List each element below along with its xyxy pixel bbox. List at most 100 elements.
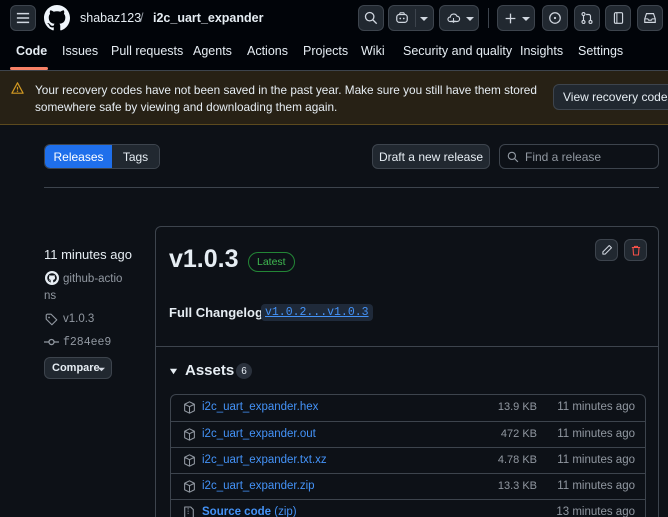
tab-actions[interactable]: Actions: [247, 44, 288, 58]
menu-button[interactable]: [10, 5, 36, 31]
pull-requests-button[interactable]: [574, 5, 600, 31]
tab-projects[interactable]: Projects: [303, 44, 348, 58]
recovery-codes-banner: Your recovery codes have not been saved …: [0, 71, 668, 125]
release-author[interactable]: github-actio: [63, 271, 122, 288]
package-icon: [184, 401, 195, 414]
alert-icon: [11, 82, 24, 94]
asset-row[interactable]: i2c_uart_expander.txt.xz 4.78 KB 11 minu…: [171, 447, 645, 473]
find-release-input[interactable]: Find a release: [499, 144, 659, 169]
releases-tab-label: Releases: [53, 149, 104, 164]
asset-name[interactable]: i2c_uart_expander.txt.xz: [202, 454, 327, 466]
asset-name[interactable]: i2c_uart_expander.zip: [202, 480, 315, 492]
assets-count-badge: 6: [236, 363, 252, 379]
pull-request-icon: [581, 12, 593, 24]
divider: [44, 187, 659, 188]
find-release-placeholder: Find a release: [525, 150, 602, 164]
tag-icon: [45, 313, 58, 326]
asset-size: 4.78 KB: [497, 454, 537, 466]
assets-heading[interactable]: Assets: [185, 362, 234, 379]
repo-owner[interactable]: shabaz123: [80, 11, 141, 25]
search-icon: [364, 11, 378, 25]
edit-release-button[interactable]: [595, 239, 618, 261]
chevron-down-icon: [522, 17, 530, 21]
search-button[interactable]: [358, 5, 384, 31]
asset-name[interactable]: Source code (zip): [202, 506, 297, 517]
pencil-icon: [601, 244, 612, 255]
tags-tab-button[interactable]: Tags: [112, 145, 159, 168]
author-line1: github-actio: [63, 273, 123, 285]
tags-tab-label: Tags: [122, 149, 149, 164]
tab-settings[interactable]: Settings: [578, 44, 623, 58]
create-new-button[interactable]: [497, 5, 535, 31]
asset-size: 13.9 KB: [497, 401, 537, 413]
asset-size: 472 KB: [500, 428, 537, 440]
file-zip-icon: [184, 506, 194, 517]
asset-time: 11 minutes ago: [557, 480, 635, 492]
copilot-icon: [396, 12, 408, 23]
release-title[interactable]: v1.0.3: [169, 245, 239, 274]
asset-time: 11 minutes ago: [557, 428, 635, 440]
compare-button[interactable]: Compare: [44, 357, 112, 379]
codespaces-button[interactable]: [439, 5, 479, 31]
asset-time: 11 minutes ago: [557, 401, 635, 413]
triangle-down-icon[interactable]: [169, 367, 178, 376]
tab-agents[interactable]: Agents: [193, 44, 232, 58]
repo-name[interactable]: i2c_uart_expander: [153, 11, 263, 25]
github-logo-icon: [44, 5, 70, 31]
issue-icon: [549, 12, 561, 24]
asset-time: 11 minutes ago: [557, 454, 635, 466]
asset-time: 13 minutes ago: [556, 506, 635, 517]
github-logo[interactable]: [44, 5, 70, 31]
draft-release-button[interactable]: Draft a new release: [372, 144, 490, 169]
view-recovery-codes-button[interactable]: View recovery codes: [553, 84, 668, 110]
issues-button[interactable]: [542, 5, 568, 31]
copilot-button[interactable]: [388, 5, 434, 31]
changelog-link[interactable]: v1.0.2...v1.0.3: [261, 304, 373, 321]
asset-row[interactable]: i2c_uart_expander.out 472 KB 11 minutes …: [171, 421, 645, 447]
banner-message: Your recovery codes have not been saved …: [35, 82, 537, 116]
tab-pull-requests[interactable]: Pull requests: [111, 44, 183, 58]
plus-icon: [505, 13, 516, 23]
chevron-down-icon: [420, 17, 428, 21]
commit-icon: [44, 338, 59, 346]
delete-release-button[interactable]: [624, 239, 647, 261]
release-tag[interactable]: v1.0.3: [63, 313, 94, 325]
chevron-down-icon: [98, 367, 105, 372]
tab-insights[interactable]: Insights: [520, 44, 563, 58]
asset-name[interactable]: i2c_uart_expander.hex: [202, 401, 318, 413]
tab-wiki[interactable]: Wiki: [361, 44, 385, 58]
chevron-down-icon: [466, 17, 474, 21]
banner-message-line2: somewhere safe by viewing and downloadin…: [35, 100, 338, 114]
asset-row[interactable]: Source code (zip) 13 minutes ago: [171, 499, 645, 517]
trash-icon: [631, 245, 640, 256]
release-commit[interactable]: f284ee9: [63, 336, 111, 349]
menu-icon: [16, 12, 30, 24]
tab-security[interactable]: Security and quality: [403, 44, 512, 58]
author-line2: ns: [44, 290, 57, 302]
global-header: shabaz123 / i2c_uart_expander Code Issue…: [0, 0, 668, 71]
draft-release-label: Draft a new release: [378, 149, 484, 164]
card-divider: [156, 346, 658, 347]
inbox-button[interactable]: [637, 5, 663, 31]
cloud-codespaces-icon: [447, 13, 461, 24]
release-time: 11 minutes ago: [44, 247, 132, 262]
releases-tags-switch: Releases Tags: [44, 144, 160, 169]
source-code-format: (zip): [274, 506, 297, 517]
tab-issues[interactable]: Issues: [62, 44, 98, 58]
tab-code[interactable]: Code: [16, 44, 47, 58]
latest-badge-label: Latest: [257, 256, 286, 268]
package-icon: [184, 428, 195, 441]
repositories-button[interactable]: [605, 5, 631, 31]
releases-tab-button[interactable]: Releases: [45, 145, 112, 168]
release-author-wrap: ns: [44, 288, 56, 305]
asset-size: 13.3 KB: [497, 480, 537, 492]
asset-row[interactable]: i2c_uart_expander.hex 13.9 KB 11 minutes…: [171, 395, 645, 421]
asset-name[interactable]: i2c_uart_expander.out: [202, 428, 316, 440]
path-separator: /: [140, 11, 144, 25]
asset-row[interactable]: i2c_uart_expander.zip 13.3 KB 11 minutes…: [171, 473, 645, 499]
inbox-icon: [644, 13, 656, 23]
package-icon: [184, 480, 195, 493]
github-avatar-icon[interactable]: [45, 271, 59, 285]
changelog-label: Full Changelog:: [169, 305, 268, 320]
banner-message-line1: Your recovery codes have not been saved …: [35, 83, 537, 97]
